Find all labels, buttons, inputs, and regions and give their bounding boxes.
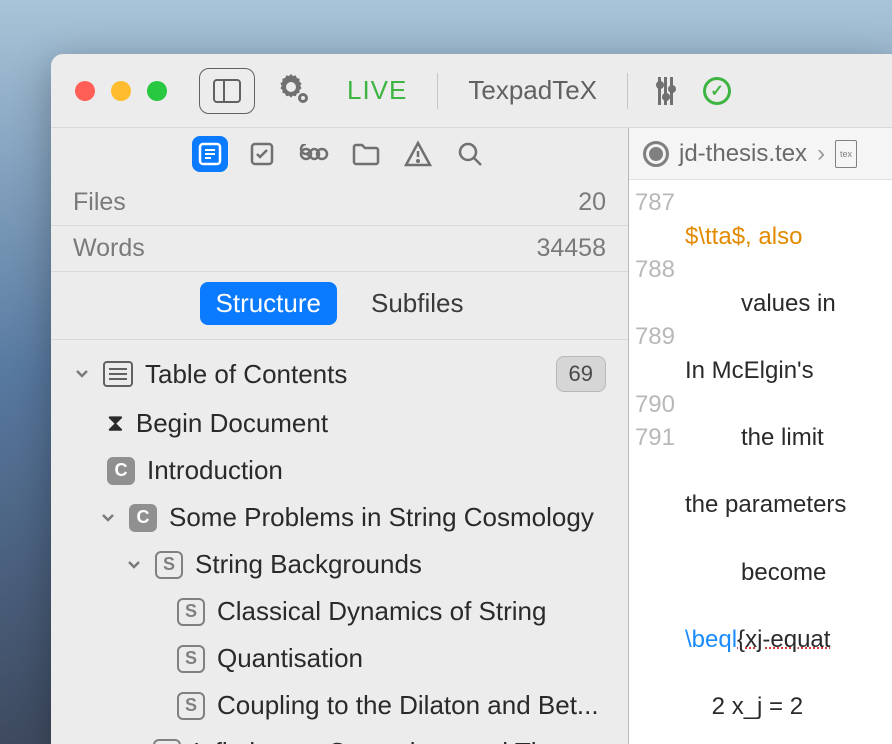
outline-item-string-backgrounds[interactable]: S String Backgrounds [51, 541, 628, 588]
outline-icon [196, 140, 224, 168]
chevron-right-icon: › [817, 140, 825, 168]
close-window-button[interactable] [75, 81, 95, 101]
panel-toggle-button[interactable] [199, 68, 255, 114]
panel-icon [213, 79, 241, 103]
toc-header-row[interactable]: Table of Contents 69 [51, 348, 628, 400]
sidebar-tabs: Structure Subfiles [51, 272, 628, 340]
checkbox-icon [248, 140, 276, 168]
tex-file-icon: tex [835, 140, 857, 168]
outline-tree[interactable]: Table of Contents 69 ⧗ Begin Document C … [51, 340, 628, 744]
words-count: 34458 [536, 234, 606, 263]
divider [627, 73, 628, 109]
outline-item-coupling-dilaton[interactable]: S Coupling to the Dilaton and Bet... [51, 682, 628, 729]
toc-header-label: Table of Contents [145, 359, 544, 390]
typeset-settings-button[interactable] [658, 77, 673, 105]
editor-pane: jd-thesis.tex › tex 787 788 789 790 791 [629, 128, 892, 744]
references-tab-button[interactable] [296, 136, 332, 172]
section-chip: S [155, 551, 183, 579]
titlebar-center: LIVE TexpadTeX ✓ [347, 73, 731, 109]
hourglass-icon: ⧗ [107, 410, 124, 438]
folder-icon [351, 142, 381, 166]
infinity-icon [298, 144, 330, 164]
tab-structure[interactable]: Structure [200, 282, 338, 325]
titlebar: LIVE TexpadTeX ✓ [51, 54, 892, 128]
window-controls [75, 81, 167, 101]
minimize-window-button[interactable] [111, 81, 131, 101]
maximize-window-button[interactable] [147, 81, 167, 101]
main-area: Files 20 Words 34458 Structure Subfiles … [51, 128, 892, 744]
breadcrumb-filename[interactable]: jd-thesis.tex [679, 140, 807, 168]
status-ok-icon[interactable]: ✓ [703, 77, 731, 105]
files-count: 20 [578, 188, 606, 217]
typeset-engine-label[interactable]: TexpadTeX [468, 75, 597, 106]
divider [437, 73, 438, 109]
words-stat-row: Words 34458 [51, 226, 628, 272]
code-content[interactable]: $\tta$, also values in In McElgin's the … [685, 180, 892, 744]
section-chip: S [177, 692, 205, 720]
chevron-down-icon[interactable] [99, 509, 117, 527]
section-chip: S [177, 645, 205, 673]
app-window: LIVE TexpadTeX ✓ [51, 54, 892, 744]
outline-item-inflationary[interactable]: S Inflationary Cosmology and The C... [51, 729, 628, 744]
tab-subfiles[interactable]: Subfiles [355, 282, 480, 325]
files-stat-row: Files 20 [51, 180, 628, 226]
sidebar-toolbar [51, 128, 628, 180]
outline-item-quantisation[interactable]: S Quantisation [51, 635, 628, 682]
files-label: Files [73, 188, 126, 217]
outline-item-introduction[interactable]: C Introduction [51, 447, 628, 494]
todo-tab-button[interactable] [244, 136, 280, 172]
settings-button[interactable] [273, 72, 309, 109]
typeset-mode-label[interactable]: LIVE [347, 75, 407, 106]
outline-tab-button[interactable] [192, 136, 228, 172]
chapter-chip: C [107, 457, 135, 485]
code-editor[interactable]: 787 788 789 790 791 [629, 180, 892, 744]
warning-icon [403, 140, 433, 168]
files-tab-button[interactable] [348, 136, 384, 172]
words-label: Words [73, 234, 145, 263]
section-chip: S [153, 739, 181, 744]
toc-icon [103, 361, 133, 387]
toc-count-badge: 69 [556, 356, 606, 392]
sidebar: Files 20 Words 34458 Structure Subfiles … [51, 128, 629, 744]
search-tab-button[interactable] [452, 136, 488, 172]
search-icon [456, 140, 484, 168]
chapter-chip: C [129, 504, 157, 532]
gear-icon [273, 72, 309, 104]
warnings-tab-button[interactable] [400, 136, 436, 172]
outline-item-begin-document[interactable]: ⧗ Begin Document [51, 400, 628, 447]
chevron-down-icon[interactable] [73, 365, 91, 383]
section-chip: S [177, 598, 205, 626]
outline-item-classical-dynamics[interactable]: S Classical Dynamics of String [51, 588, 628, 635]
file-status-icon [643, 141, 669, 167]
outline-item-chapter-problems[interactable]: C Some Problems in String Cosmology [51, 494, 628, 541]
chevron-down-icon[interactable] [125, 556, 143, 574]
line-gutter: 787 788 789 790 791 [629, 180, 685, 744]
editor-breadcrumb[interactable]: jd-thesis.tex › tex [629, 128, 892, 180]
